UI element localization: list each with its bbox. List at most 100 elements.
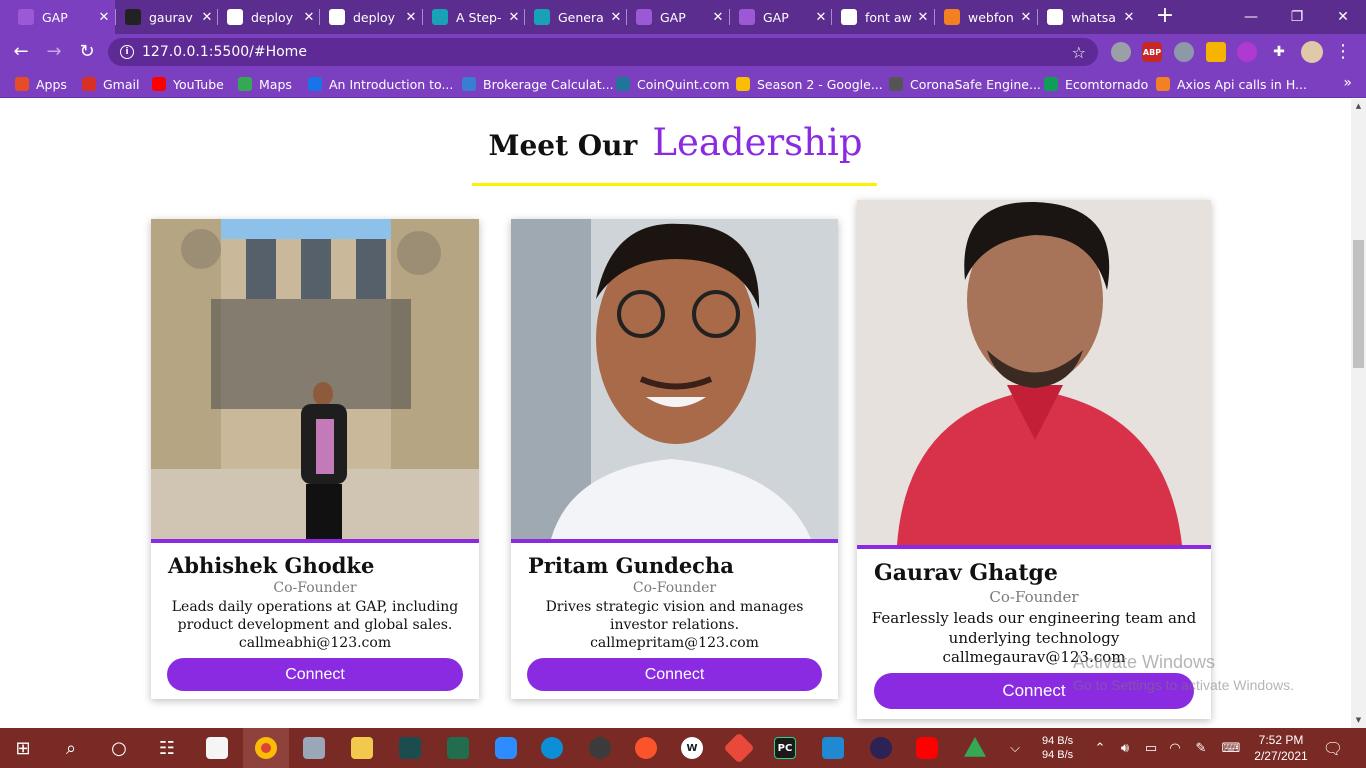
show-hidden-icons-icon[interactable]: ⌃ <box>1092 728 1108 768</box>
bookmark-item[interactable]: Brokerage Calculat... <box>462 70 614 98</box>
back-arrow-icon[interactable]: ← <box>9 40 33 64</box>
search-icon[interactable]: ⌕ <box>48 728 94 768</box>
cortana-icon[interactable]: ○ <box>96 728 142 768</box>
pycharm-icon[interactable]: PC <box>762 728 808 768</box>
scrollbar-thumb[interactable] <box>1353 240 1364 368</box>
writer-icon[interactable]: W <box>669 728 715 768</box>
android-studio-icon[interactable] <box>435 728 481 768</box>
extension-shield-color-icon[interactable] <box>1206 42 1226 62</box>
tab-close-icon[interactable]: ✕ <box>605 10 627 25</box>
maps-icon <box>238 77 252 91</box>
bookmark-star-icon[interactable]: ☆ <box>1072 43 1086 62</box>
card-accent-bar <box>511 539 838 543</box>
system-clock[interactable]: 7:52 PM 2/27/2021 <box>1248 732 1314 764</box>
browser-tab[interactable]: A Step- ✕ <box>422 0 525 34</box>
leader-photo <box>151 219 479 539</box>
edge-icon[interactable] <box>529 728 575 768</box>
bookmarks-overflow-button[interactable]: » <box>1343 75 1352 91</box>
file-explorer-icon[interactable] <box>339 728 385 768</box>
browser-tab[interactable]: whatsa ✕ <box>1037 0 1140 34</box>
browser-tab[interactable]: deploy ✕ <box>217 0 320 34</box>
browser-tab[interactable]: gaurav ✕ <box>115 0 218 34</box>
bookmark-item[interactable]: Season 2 - Google... <box>736 70 883 98</box>
adblock-icon[interactable]: ABP <box>1142 42 1162 62</box>
browser-tab[interactable]: Genera ✕ <box>524 0 627 34</box>
forward-arrow-icon[interactable]: → <box>42 40 66 64</box>
zoom-icon[interactable] <box>483 728 529 768</box>
browser-tab[interactable]: GAP ✕ <box>0 0 115 34</box>
browser-tab[interactable]: webfon ✕ <box>934 0 1037 34</box>
network-speed: 94 B/s 94 B/s <box>1042 734 1073 762</box>
extensions-puzzle-icon[interactable]: ✚ <box>1269 42 1289 62</box>
notifications-icon[interactable]: 🗨︎ <box>1320 728 1346 768</box>
page-scrollbar[interactable]: ▲ ▼ <box>1351 99 1366 728</box>
tab-close-icon[interactable]: ✕ <box>400 10 422 25</box>
brave-icon[interactable] <box>623 728 669 768</box>
stack-icon <box>944 9 960 25</box>
tab-close-icon[interactable]: ✕ <box>912 10 934 25</box>
connect-button[interactable]: Connect <box>527 658 822 691</box>
browser-tab[interactable]: font aw ✕ <box>831 0 934 34</box>
windows-start-icon[interactable]: ⊞ <box>0 728 46 768</box>
tab-title: deploy <box>251 9 294 25</box>
task-view-icon[interactable]: ☷ <box>144 728 190 768</box>
menu-dots-icon[interactable]: ⋮ <box>1331 40 1355 64</box>
bookmark-item[interactable]: Maps <box>238 70 292 98</box>
leader-name: Abhishek Ghodke <box>168 553 375 578</box>
minimize-button[interactable]: — <box>1228 0 1274 34</box>
bookmark-item[interactable]: Axios Api calls in H... <box>1156 70 1307 98</box>
bookmark-item[interactable]: YouTube <box>152 70 224 98</box>
vscode-icon[interactable] <box>810 728 856 768</box>
bookmark-item[interactable]: An Introduction to... <box>308 70 453 98</box>
extension-cloud-icon[interactable] <box>1174 42 1194 62</box>
tray-chevron-icon[interactable]: ⌵ <box>1004 728 1026 768</box>
bookmark-item[interactable]: CoinQuint.com <box>616 70 730 98</box>
bookmark-item[interactable]: Apps <box>15 70 67 98</box>
tab-close-icon[interactable]: ✕ <box>298 10 320 25</box>
maximize-button[interactable]: ❐ <box>1274 0 1320 34</box>
tab-close-icon[interactable]: ✕ <box>503 10 525 25</box>
profile-avatar[interactable] <box>1301 41 1323 63</box>
youtube-app-icon[interactable] <box>904 728 950 768</box>
pen-icon[interactable]: ✎ <box>1190 728 1212 768</box>
close-window-button[interactable]: ✕ <box>1320 0 1366 34</box>
notepad-icon[interactable] <box>194 728 240 768</box>
eclipse-icon[interactable] <box>858 728 904 768</box>
tab-close-icon[interactable]: ✕ <box>1015 10 1037 25</box>
reload-icon[interactable]: ↻ <box>75 40 99 64</box>
leader-role: Co-Founder <box>632 580 717 596</box>
git-client-icon[interactable] <box>716 728 762 768</box>
scroll-up-arrow-icon[interactable]: ▲ <box>1351 99 1366 114</box>
battery-icon[interactable]: ▭ <box>1140 728 1162 768</box>
photos-app-icon[interactable] <box>291 728 337 768</box>
extension-purple-icon[interactable] <box>1237 42 1257 62</box>
browser-tab[interactable]: GAP ✕ <box>729 0 832 34</box>
wifi-icon[interactable]: ◠ <box>1164 728 1186 768</box>
browser-tab[interactable]: deploy ✕ <box>319 0 422 34</box>
address-bar[interactable]: i 127.0.0.1:5500/#Home ☆ <box>108 38 1098 66</box>
bookmark-label: Gmail <box>103 76 140 92</box>
chrome-icon[interactable] <box>243 728 289 768</box>
bookmark-item[interactable]: Ecomtornado <box>1044 70 1148 98</box>
extension-shield-icon[interactable] <box>1111 42 1131 62</box>
zerodha-icon <box>462 77 476 91</box>
tab-close-icon[interactable]: ✕ <box>810 10 832 25</box>
google-drive-icon[interactable] <box>952 728 998 768</box>
youtube-icon <box>152 77 166 91</box>
url-text[interactable]: 127.0.0.1:5500/#Home <box>142 44 307 60</box>
connect-button[interactable]: Connect <box>167 658 463 691</box>
obs-icon[interactable] <box>577 728 623 768</box>
tab-close-icon[interactable]: ✕ <box>1118 10 1140 25</box>
bookmark-item[interactable]: CoronaSafe Engine... <box>889 70 1041 98</box>
keyboard-icon[interactable]: ⌨ <box>1218 728 1244 768</box>
new-tab-button[interactable]: + <box>1153 5 1177 29</box>
browser-tab[interactable]: GAP ✕ <box>626 0 729 34</box>
tab-close-icon[interactable]: ✕ <box>707 10 729 25</box>
scroll-down-arrow-icon[interactable]: ▼ <box>1351 713 1366 728</box>
tab-close-icon[interactable]: ✕ <box>93 10 115 25</box>
bookmark-item[interactable]: Gmail <box>82 70 139 98</box>
tab-close-icon[interactable]: ✕ <box>196 10 218 25</box>
site-info-icon[interactable]: i <box>120 45 134 59</box>
video-editor-icon[interactable] <box>387 728 433 768</box>
volume-icon[interactable]: 🔊︎ <box>1114 728 1136 768</box>
